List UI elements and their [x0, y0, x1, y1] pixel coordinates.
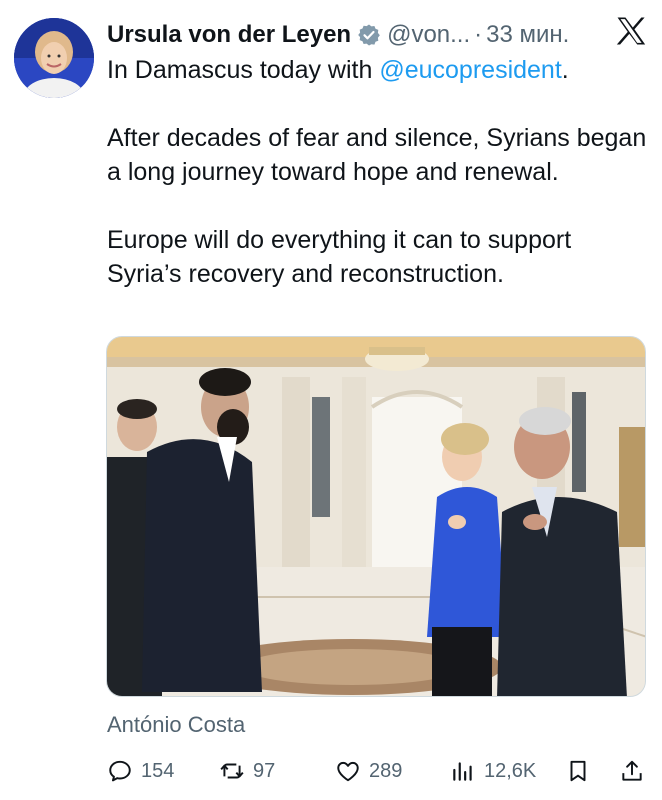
tweet-timestamp[interactable]: 33 мин.: [486, 21, 569, 49]
views-chart-icon: [453, 762, 472, 781]
tweet-actions: 154 97 289 12,6K: [107, 754, 647, 788]
repost-count: 97: [253, 759, 276, 782]
repost-icon: [220, 763, 244, 779]
tagged-person[interactable]: António Costa: [107, 712, 245, 738]
like-button[interactable]: 289: [335, 754, 402, 788]
reply-icon: [109, 760, 131, 782]
like-count: 289: [369, 759, 403, 782]
share-icon: [622, 760, 642, 781]
author-avatar[interactable]: [14, 18, 94, 98]
tweet-paragraph-2: After decades of fear and silence, Syria…: [107, 124, 647, 186]
views-button[interactable]: 12,6K: [450, 754, 536, 788]
author-handle[interactable]: @von...: [387, 21, 470, 49]
photo-of-meeting-in-palace-hall: [107, 337, 645, 696]
repost-button[interactable]: 97: [219, 754, 275, 788]
tweet-paragraph-3: Europe will do everything it can to supp…: [107, 226, 572, 288]
bookmark-icon: [570, 760, 586, 782]
tweet-line-1-text: In Damascus today with: [107, 56, 380, 84]
share-button[interactable]: [619, 754, 645, 788]
avatar-photo: [14, 18, 94, 98]
views-count: 12,6K: [484, 759, 537, 782]
heart-icon: [337, 761, 359, 782]
mention-link[interactable]: @eucopresident: [379, 56, 561, 84]
tweet-line-1-end: .: [561, 56, 569, 84]
author-display-name[interactable]: Ursula von der Leyen: [107, 21, 351, 49]
bookmark-button[interactable]: [565, 754, 591, 788]
tweet: Ursula von der Leyen @von... · 33 мин. I…: [0, 0, 662, 800]
reply-count: 154: [141, 759, 175, 782]
tweet-media-photo[interactable]: [106, 336, 646, 697]
reply-button[interactable]: 154: [107, 754, 174, 788]
header-separator: ·: [474, 21, 483, 48]
tweet-line-1: In Damascus today with @eucopresident.: [107, 53, 647, 87]
verified-badge-icon: [358, 24, 380, 46]
tweet-text: In Damascus today with @eucopresident. A…: [107, 53, 647, 291]
x-logo-icon: [616, 17, 646, 45]
tweet-header: Ursula von der Leyen @von... · 33 мин.: [107, 16, 642, 54]
